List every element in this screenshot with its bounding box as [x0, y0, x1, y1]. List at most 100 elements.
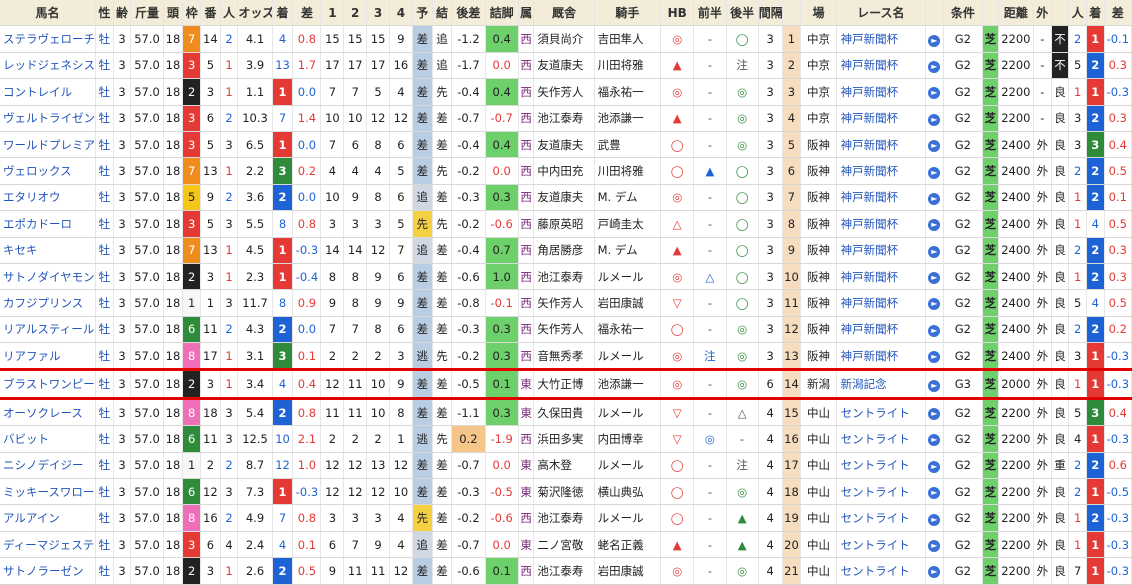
race-name-link[interactable]: セントライト: [836, 557, 926, 585]
table-row[interactable]: カフジプリンス牡 3 57.0 18 1 1 3 11.7 8 0.9 9 8 9 9 差差 -0.8 -0.1…: [0, 289, 1132, 317]
column-header[interactable]: 距離: [998, 0, 1034, 27]
race-info-icon[interactable]: ►: [925, 557, 944, 585]
race-info-icon[interactable]: ►: [925, 263, 944, 291]
column-header[interactable]: 外: [1033, 0, 1052, 27]
horse-name-link[interactable]: ブラストワンピース: [0, 369, 97, 400]
race-name-link[interactable]: 神戸新聞杯: [836, 52, 926, 80]
table-row[interactable]: ワールドプレミア牡 3 57.0 18 3 5 3 6.5 1 0.0 7 6 8 6 差差 -0.4 0.4 西…: [0, 131, 1132, 159]
race-info-icon[interactable]: ►: [925, 184, 944, 212]
race-info-icon[interactable]: ►: [925, 452, 944, 480]
table-row[interactable]: コントレイル牡 3 57.0 18 2 3 1 1.1 1 0.0 7 7 5 4 差先 -0.4 0.4 西矢作…: [0, 78, 1132, 106]
table-row[interactable]: エポカドーロ牡 3 57.0 18 3 5 3 5.5 8 0.8 3 3 3 5 先先 -0.2 -0.6 西藤…: [0, 210, 1132, 238]
race-info-icon[interactable]: ►: [925, 425, 944, 453]
race-info-icon[interactable]: ►: [925, 237, 944, 264]
race-info-icon[interactable]: ►: [925, 78, 944, 106]
column-header[interactable]: 差: [292, 0, 322, 27]
column-header[interactable]: 詰脚: [485, 0, 519, 27]
column-header[interactable]: HB: [660, 0, 695, 27]
horse-name-link[interactable]: ステラヴェローチェ: [0, 25, 97, 53]
column-header[interactable]: 人: [1068, 0, 1087, 27]
column-header[interactable]: 性: [95, 0, 114, 27]
table-row[interactable]: ブラストワンピース牡 3 57.0 18 2 3 1 3.4 4 0.4 12 11 10 9 差差 -0.5…: [0, 369, 1132, 400]
column-header[interactable]: 場: [800, 0, 837, 27]
race-name-link[interactable]: セントライト: [836, 504, 926, 532]
horse-name-link[interactable]: レッドジェネシス: [0, 52, 97, 80]
race-name-link[interactable]: 神戸新聞杯: [836, 157, 926, 185]
table-row[interactable]: サトノダイヤモンド牡357.0182312.31-0.48896差差-0.61.…: [0, 263, 1132, 291]
table-row[interactable]: サトノラーゼン牡 3 57.0 18 2 3 1 2.6 2 0.5 9 11 11 12 差差 -0.6 0.…: [0, 557, 1132, 585]
race-name-link[interactable]: セントライト: [836, 452, 926, 480]
column-header[interactable]: 頭: [163, 0, 184, 27]
column-header[interactable]: 前半: [693, 0, 727, 27]
horse-name-link[interactable]: ヴェロックス: [0, 157, 97, 185]
column-header[interactable]: 条件: [943, 0, 984, 27]
horse-name-link[interactable]: リアルスティール: [0, 316, 97, 344]
horse-name-link[interactable]: アルアイン: [0, 504, 97, 532]
table-row[interactable]: アルアイン牡 3 57.0 18 8 16 2 4.9 7 0.8 3 3 3 4 先差 -0.2 -0.6 西池…: [0, 504, 1132, 532]
table-row[interactable]: エタリオウ牡 3 57.0 18 5 9 2 3.6 2 0.0 10 9 8 6 追差 -0.3 0.3 西友道…: [0, 184, 1132, 212]
race-name-link[interactable]: 神戸新聞杯: [836, 342, 926, 372]
table-row[interactable]: ディーマジェスティ牡 3 57.0 18 3 6 4 2.4 4 0.1 6 7 9 4 追差 -0.7 0.0…: [0, 531, 1132, 559]
column-header[interactable]: [982, 0, 999, 27]
race-name-link[interactable]: セントライト: [836, 425, 926, 453]
table-row[interactable]: ヴェルトライゼンデ牡357.01836210.371.410101212差差-0…: [0, 105, 1132, 132]
column-header[interactable]: オッズ: [237, 0, 273, 27]
table-row[interactable]: リアファル牡 3 57.0 18 8 17 1 3.1 3 0.1 2 2 2 3 逃先 -0.2 0.3 西音無…: [0, 342, 1132, 372]
race-info-icon[interactable]: ►: [925, 105, 944, 132]
race-name-link[interactable]: 神戸新聞杯: [836, 289, 926, 317]
column-header[interactable]: 斤量: [130, 0, 164, 27]
column-header[interactable]: 差: [1104, 0, 1132, 27]
column-header[interactable]: 属: [518, 0, 535, 27]
column-header[interactable]: 4: [389, 0, 413, 27]
race-info-icon[interactable]: ►: [925, 478, 944, 506]
race-name-link[interactable]: セントライト: [836, 398, 926, 427]
horse-name-link[interactable]: サトノラーゼン: [0, 557, 97, 585]
column-header[interactable]: 厩舎: [533, 0, 595, 27]
race-info-icon[interactable]: ►: [925, 531, 944, 559]
race-name-link[interactable]: セントライト: [836, 478, 926, 506]
horse-name-link[interactable]: ニシノデイジー: [0, 452, 97, 480]
column-header[interactable]: 枠: [182, 0, 201, 27]
column-header[interactable]: 3: [366, 0, 390, 27]
table-row[interactable]: キセキ牡 3 57.0 18 7 13 1 4.5 1 -0.3 14 14 12 7 追差 -0.4 0.7 西…: [0, 237, 1132, 264]
horse-name-link[interactable]: オーソクレース: [0, 398, 97, 427]
column-header[interactable]: 1: [320, 0, 345, 27]
column-header[interactable]: 後半: [726, 0, 759, 27]
horse-name-link[interactable]: ディーマジェスティ: [0, 531, 97, 559]
column-header[interactable]: 馬名: [0, 0, 97, 27]
column-header[interactable]: 着: [1086, 0, 1105, 27]
column-header[interactable]: [925, 0, 944, 27]
column-header[interactable]: [1051, 0, 1070, 27]
race-name-link[interactable]: 神戸新聞杯: [836, 263, 926, 291]
table-row[interactable]: ミッキースワロー牡 3 57.0 18 6 12 3 7.3 1 -0.3 12 12 12 10 差差 -0…: [0, 478, 1132, 506]
horse-name-link[interactable]: ワールドプレミア: [0, 131, 97, 159]
race-info-icon[interactable]: ►: [925, 52, 944, 80]
race-info-icon[interactable]: ►: [925, 289, 944, 317]
race-name-link[interactable]: セントライト: [836, 531, 926, 559]
horse-name-link[interactable]: リアファル: [0, 342, 97, 372]
horse-name-link[interactable]: コントレイル: [0, 78, 97, 106]
race-info-icon[interactable]: ►: [925, 157, 944, 185]
column-header[interactable]: 人: [220, 0, 239, 27]
race-info-icon[interactable]: ►: [925, 398, 944, 427]
race-info-icon[interactable]: ►: [925, 210, 944, 238]
horse-name-link[interactable]: ヴェルトライゼンデ: [0, 105, 97, 132]
race-info-icon[interactable]: ►: [925, 25, 944, 53]
race-name-link[interactable]: 神戸新聞杯: [836, 316, 926, 344]
column-header[interactable]: レース名: [836, 0, 926, 27]
horse-name-link[interactable]: サトノダイヤモンド: [0, 263, 97, 291]
table-row[interactable]: オーソクレース牡 3 57.0 18 8 18 3 5.4 2 0.8 11 11 10 8 差差 -1.1 0…: [0, 398, 1132, 427]
race-name-link[interactable]: 神戸新聞杯: [836, 237, 926, 264]
race-info-icon[interactable]: ►: [925, 316, 944, 344]
table-row[interactable]: レッドジェネシス牡 3 57.0 18 3 5 1 3.9 13 1.7 17 17 17 16 差追 -1.…: [0, 52, 1132, 80]
horse-name-link[interactable]: バビット: [0, 425, 97, 453]
column-header[interactable]: 予: [412, 0, 433, 27]
table-row[interactable]: ヴェロックス牡 3 57.0 18 7 13 1 2.2 3 0.2 4 4 4 5 差先 -0.2 0.0 西中…: [0, 157, 1132, 185]
race-info-icon[interactable]: ►: [925, 342, 944, 372]
race-name-link[interactable]: 神戸新聞杯: [836, 131, 926, 159]
column-header[interactable]: 齢: [113, 0, 132, 27]
horse-name-link[interactable]: カフジプリンス: [0, 289, 97, 317]
race-name-link[interactable]: 神戸新聞杯: [836, 25, 926, 53]
column-header[interactable]: 騎手: [594, 0, 662, 27]
column-header[interactable]: 間隔: [758, 0, 783, 27]
